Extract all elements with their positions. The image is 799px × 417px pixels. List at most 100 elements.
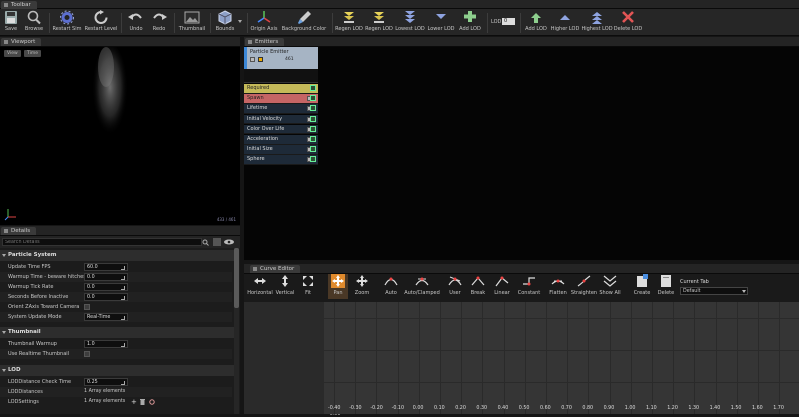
reset-icon[interactable] — [149, 399, 155, 405]
vertical-button[interactable]: Vertical — [274, 274, 296, 299]
add-element-icon[interactable]: + — [131, 397, 137, 407]
module-required[interactable]: Required — [244, 84, 318, 94]
seconds-before-inactive-field[interactable]: 0.0 — [84, 293, 128, 301]
linear-button[interactable]: Linear — [491, 274, 513, 299]
auto-clamped-button[interactable]: Auto/Clamped — [404, 274, 440, 299]
details-tab[interactable]: Details — [1, 227, 37, 235]
curve-editor-tab[interactable]: Curve Editor — [250, 265, 301, 273]
origin-axis-button[interactable]: Origin Axis — [250, 10, 278, 35]
delete-button[interactable]: Delete — [656, 274, 676, 299]
pan-button[interactable]: Pan — [328, 274, 348, 299]
redo-label: Redo — [152, 26, 166, 32]
save-label: Save — [4, 26, 18, 32]
user-button[interactable]: User — [444, 274, 466, 299]
module-initial-size[interactable]: Initial Size — [244, 145, 318, 155]
module-lifetime[interactable]: Lifetime — [244, 104, 318, 114]
prop-label: Seconds Before Inactive — [8, 294, 69, 300]
viewport[interactable]: View Time 433 / 461 — [0, 47, 240, 225]
module-enable-checkbox[interactable] — [310, 156, 316, 163]
view-button[interactable]: View — [4, 50, 21, 57]
create-button[interactable]: Create — [632, 274, 652, 299]
lod-distance-check-time-field[interactable]: 0.25 — [84, 378, 128, 386]
break-button[interactable]: Break — [467, 274, 489, 299]
undo-button[interactable]: Undo — [125, 10, 147, 35]
module-initial-velocity[interactable]: Initial Velocity — [244, 114, 318, 125]
browse-icon — [27, 10, 41, 25]
prop-warmup-tick-rate: Warmup Tick Rate 0.0 — [0, 282, 232, 292]
add-lod-lower-button[interactable]: Add LOD — [457, 10, 483, 35]
flatten-button[interactable]: Flatten — [547, 274, 569, 299]
emitters-tab[interactable]: Emitters — [245, 38, 285, 46]
module-label: Initial Size — [247, 146, 273, 153]
module-enable-checkbox[interactable] — [310, 115, 316, 122]
module-enable-checkbox[interactable] — [310, 146, 316, 153]
bounds-button[interactable]: Bounds — [214, 10, 236, 35]
warmup-tick-rate-field[interactable]: 0.0 — [84, 283, 128, 291]
user-tangent-icon — [448, 276, 462, 286]
section-lod[interactable]: LOD — [0, 365, 234, 376]
save-button[interactable]: Save — [2, 10, 20, 35]
emitter-header[interactable]: Particle Emitter 461 — [244, 47, 318, 69]
prop-lod-distances[interactable]: LODDistances 1 Array elements — [0, 387, 232, 397]
module-enable-checkbox[interactable] — [310, 125, 316, 132]
section-particle-system[interactable]: Particle System — [0, 250, 234, 261]
viewport-tab[interactable]: Viewport — [1, 38, 42, 46]
module-enable-checkbox[interactable] — [310, 95, 316, 102]
search-icon — [202, 239, 209, 246]
details-scrollbar[interactable] — [234, 248, 239, 414]
horizontal-button[interactable]: Horizontal — [247, 274, 273, 299]
show-all-button[interactable]: Show All — [598, 274, 622, 299]
regen-lod-button[interactable]: Regen LOD — [365, 10, 393, 35]
redo-button[interactable]: Redo — [148, 10, 170, 35]
module-color-over-life[interactable]: Color Over Life — [244, 124, 318, 135]
update-time-fps-field[interactable]: 60.0 — [84, 263, 128, 271]
prop-lod-settings[interactable]: LODSettings 1 Array elements + — [0, 397, 232, 407]
details-search-input[interactable] — [2, 238, 202, 246]
toolbar-tab[interactable]: Toolbar — [1, 1, 37, 9]
lod-value-field[interactable]: 0 — [502, 18, 515, 25]
particle-smoke-preview — [92, 47, 128, 140]
warmup-time-field[interactable]: 0.0 — [84, 273, 128, 281]
emitters-panel[interactable]: Particle Emitter 461 Required Spawn Lifeti… — [244, 47, 799, 260]
emitter-render-mode-icon[interactable] — [258, 57, 263, 62]
module-enable-checkbox[interactable] — [310, 85, 316, 91]
eye-icon[interactable] — [224, 239, 236, 245]
system-update-mode-dropdown[interactable]: Real-Time — [84, 313, 128, 321]
background-color-button[interactable]: Background Color — [281, 10, 327, 35]
module-acceleration[interactable]: Acceleration — [244, 135, 318, 145]
higher-lod-button[interactable]: Higher LOD — [551, 10, 579, 35]
emitter-enable-checkbox[interactable] — [250, 57, 255, 62]
thumbnail-button[interactable]: Thumbnail — [178, 10, 206, 35]
highest-lod-button[interactable]: Highest LOD — [581, 10, 613, 35]
browse-button[interactable]: Browse — [23, 10, 45, 35]
module-enable-checkbox[interactable] — [310, 136, 316, 142]
highest-lod-icon — [592, 12, 602, 24]
thumbnail-warmup-field[interactable]: 1.0 — [84, 340, 128, 348]
section-thumbnail[interactable]: Thumbnail — [0, 327, 234, 338]
add-lod-higher-button[interactable]: Add LOD — [524, 10, 548, 35]
orient-zaxis-checkbox[interactable] — [84, 304, 90, 310]
zoom-button[interactable]: Zoom — [352, 274, 372, 299]
constant-button[interactable]: Constant — [516, 274, 542, 299]
lowest-lod-button[interactable]: Lowest LOD — [395, 10, 425, 35]
delete-lod-button[interactable]: Delete LOD — [614, 10, 642, 35]
use-realtime-thumbnail-checkbox[interactable] — [84, 351, 90, 357]
prop-label: LODDistances — [8, 389, 43, 395]
curve-graph[interactable]: -0.40 -0.30 -0.20 -0.10 0.00 0.10 0.20 0.30 0.40… — [324, 302, 799, 414]
module-enable-checkbox[interactable] — [310, 105, 316, 112]
restart-sim-button[interactable]: Restart Sim — [53, 10, 82, 35]
restart-level-button[interactable]: Restart Level — [85, 10, 117, 35]
time-button[interactable]: Time — [24, 50, 42, 57]
regen-lod-dup-button[interactable]: Regen LOD — [335, 10, 363, 35]
module-sphere[interactable]: Sphere — [244, 155, 318, 165]
scrollbar-thumb[interactable] — [234, 248, 239, 308]
trash-icon[interactable] — [140, 399, 145, 405]
straighten-button[interactable]: Straighten — [571, 274, 597, 299]
auto-button[interactable]: Auto — [380, 274, 402, 299]
current-tab-dropdown[interactable]: Default — [680, 287, 748, 295]
property-matrix-button[interactable] — [213, 238, 221, 246]
module-spawn[interactable]: Spawn — [244, 94, 318, 104]
bounds-dropdown-arrow[interactable] — [238, 20, 242, 23]
lower-lod-button[interactable]: Lower LOD — [428, 10, 454, 35]
fit-button[interactable]: Fit — [299, 274, 317, 299]
